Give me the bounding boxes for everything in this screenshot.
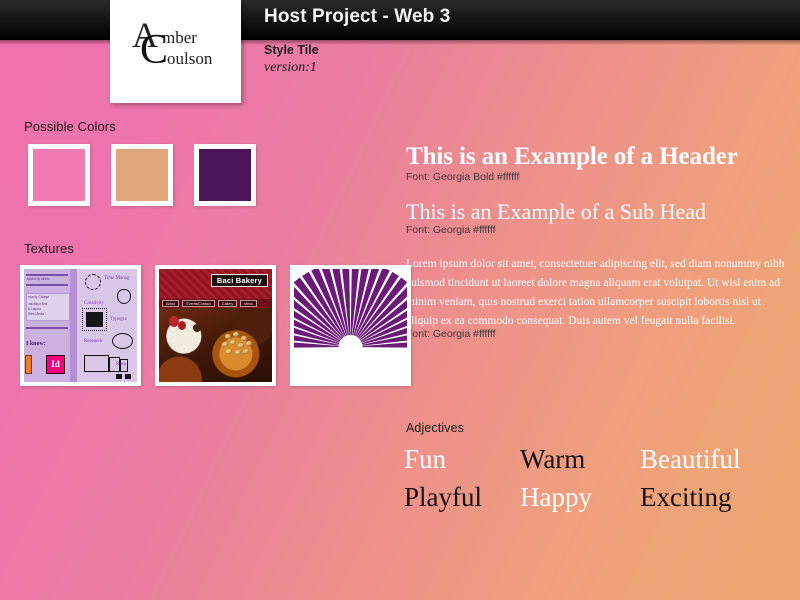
- logo-last-name: oulson: [167, 49, 213, 68]
- texture1-line-4: & Layout: [28, 307, 41, 311]
- texture1-rule-3: [26, 327, 68, 329]
- texture1-monitor-icon: [84, 355, 109, 372]
- texture2-site-title: Baci Bakery: [210, 274, 268, 287]
- texture1-wifi-icon: [85, 274, 101, 290]
- texture1-phone-icon: [120, 359, 128, 372]
- texture1-word-typography: Typogra: [110, 317, 127, 322]
- sunburst-icon: [294, 269, 407, 348]
- texture-row: spired by others. munity College unicati…: [20, 265, 411, 386]
- texture1-line-3: unication Arts: [28, 302, 48, 306]
- texture-baci-bakery-site[interactable]: Baci Bakery About Events/Contact Gallery…: [155, 265, 276, 386]
- texture2-nut-8: [226, 349, 232, 354]
- type-sample-header: This is an Example of a Header: [406, 143, 738, 170]
- texture2-nav-menu[interactable]: Menu: [240, 300, 258, 307]
- texture1-dot-2: [125, 374, 131, 379]
- adjective-happy: Happy: [520, 482, 592, 512]
- style-tile-label: Style Tile: [264, 43, 319, 57]
- texture-purple-sunburst[interactable]: [290, 265, 411, 386]
- adjective-fun: Fun: [404, 444, 447, 474]
- logo-first-name: mber: [162, 28, 197, 47]
- type-note-header: Font: Georgia Bold #ffffff: [406, 171, 520, 183]
- adjective-beautiful: Beautiful: [640, 444, 741, 474]
- possible-colors-heading: Possible Colors: [24, 119, 116, 134]
- texture1-orange-chip: [25, 355, 32, 374]
- adjectives-heading: Adjectives: [406, 421, 464, 435]
- texture2-nav-events[interactable]: Events/Contact: [182, 300, 215, 307]
- color-swatch-purple[interactable]: [194, 144, 256, 206]
- texture2-nut-7: [246, 341, 252, 346]
- texture2-nav-gallery[interactable]: Gallery: [217, 300, 238, 307]
- texture2-nut-1: [225, 334, 231, 339]
- type-sample-body: Lorem ipsum dolor sit amet, consectetuer…: [406, 258, 785, 327]
- texture1-indesign-badge: Id: [46, 355, 65, 374]
- adjective-playful: Playful: [404, 482, 482, 512]
- texture1-line-2: munity College: [28, 295, 50, 299]
- texture1-dot-1: [116, 374, 122, 379]
- color-swatch-pink[interactable]: [28, 144, 90, 206]
- texture2-nav-about[interactable]: About: [162, 300, 180, 307]
- texture1-line-5: Web Media: [28, 312, 45, 316]
- adjective-exciting: Exciting: [640, 482, 732, 512]
- type-note-body: Font: Georgia #ffffff: [406, 328, 496, 340]
- page-title: Host Project - Web 3: [264, 6, 451, 27]
- adjective-grid: Fun Warm Beautiful Playful Happy Excitin…: [404, 440, 740, 516]
- logo-card: A C mber oulson: [110, 0, 241, 103]
- texture2-food-photo: [159, 308, 272, 382]
- texture1-headline: I know:: [26, 341, 46, 347]
- type-note-subhead: Font: Georgia #ffffff: [406, 224, 496, 236]
- style-tile-caption: Style Tile version:1: [264, 43, 319, 76]
- texture1-cloud-idea-icon: [112, 333, 133, 349]
- texture1-flower-icon: [117, 289, 131, 304]
- texture2-nut-3: [241, 336, 247, 341]
- texture2-nut-9: [235, 350, 241, 355]
- texture1-word-creativity: Creativity: [84, 301, 104, 306]
- texture1-word-research: Research: [84, 339, 103, 344]
- texture1-rule-2: [26, 284, 68, 286]
- texture1-tablet-icon: [109, 357, 120, 372]
- texture2-nut-6: [238, 343, 244, 348]
- texture1-rule: [26, 274, 68, 276]
- texture2-nut-10: [243, 349, 249, 354]
- type-sample-subhead: This is an Example of a Sub Head: [406, 199, 706, 224]
- style-tile-version: version:1: [264, 60, 317, 75]
- texture1-divider: [70, 269, 77, 382]
- texture1-crop-frame-icon: [82, 308, 107, 331]
- texture-portfolio-purple-page[interactable]: spired by others. munity College unicati…: [20, 265, 141, 386]
- texture2-nav-bar: About Events/Contact Gallery Menu: [159, 299, 272, 308]
- texture1-word-time: Time Manag: [104, 276, 130, 281]
- texture2-strawberry-2: [178, 321, 186, 330]
- texture2-nut-4: [222, 342, 228, 347]
- textures-heading: Textures: [24, 241, 74, 256]
- texture2-nut-2: [233, 332, 239, 337]
- texture1-line-1: spired by others.: [27, 277, 51, 281]
- color-swatch-row: [28, 144, 256, 206]
- color-swatch-tan[interactable]: [111, 144, 173, 206]
- style-tile-canvas: Host Project - Web 3 A C mber oulson Sty…: [0, 0, 800, 600]
- texture2-chocolate-ball: [193, 324, 201, 332]
- adjective-warm: Warm: [520, 444, 586, 474]
- texture2-nut-5: [230, 340, 236, 345]
